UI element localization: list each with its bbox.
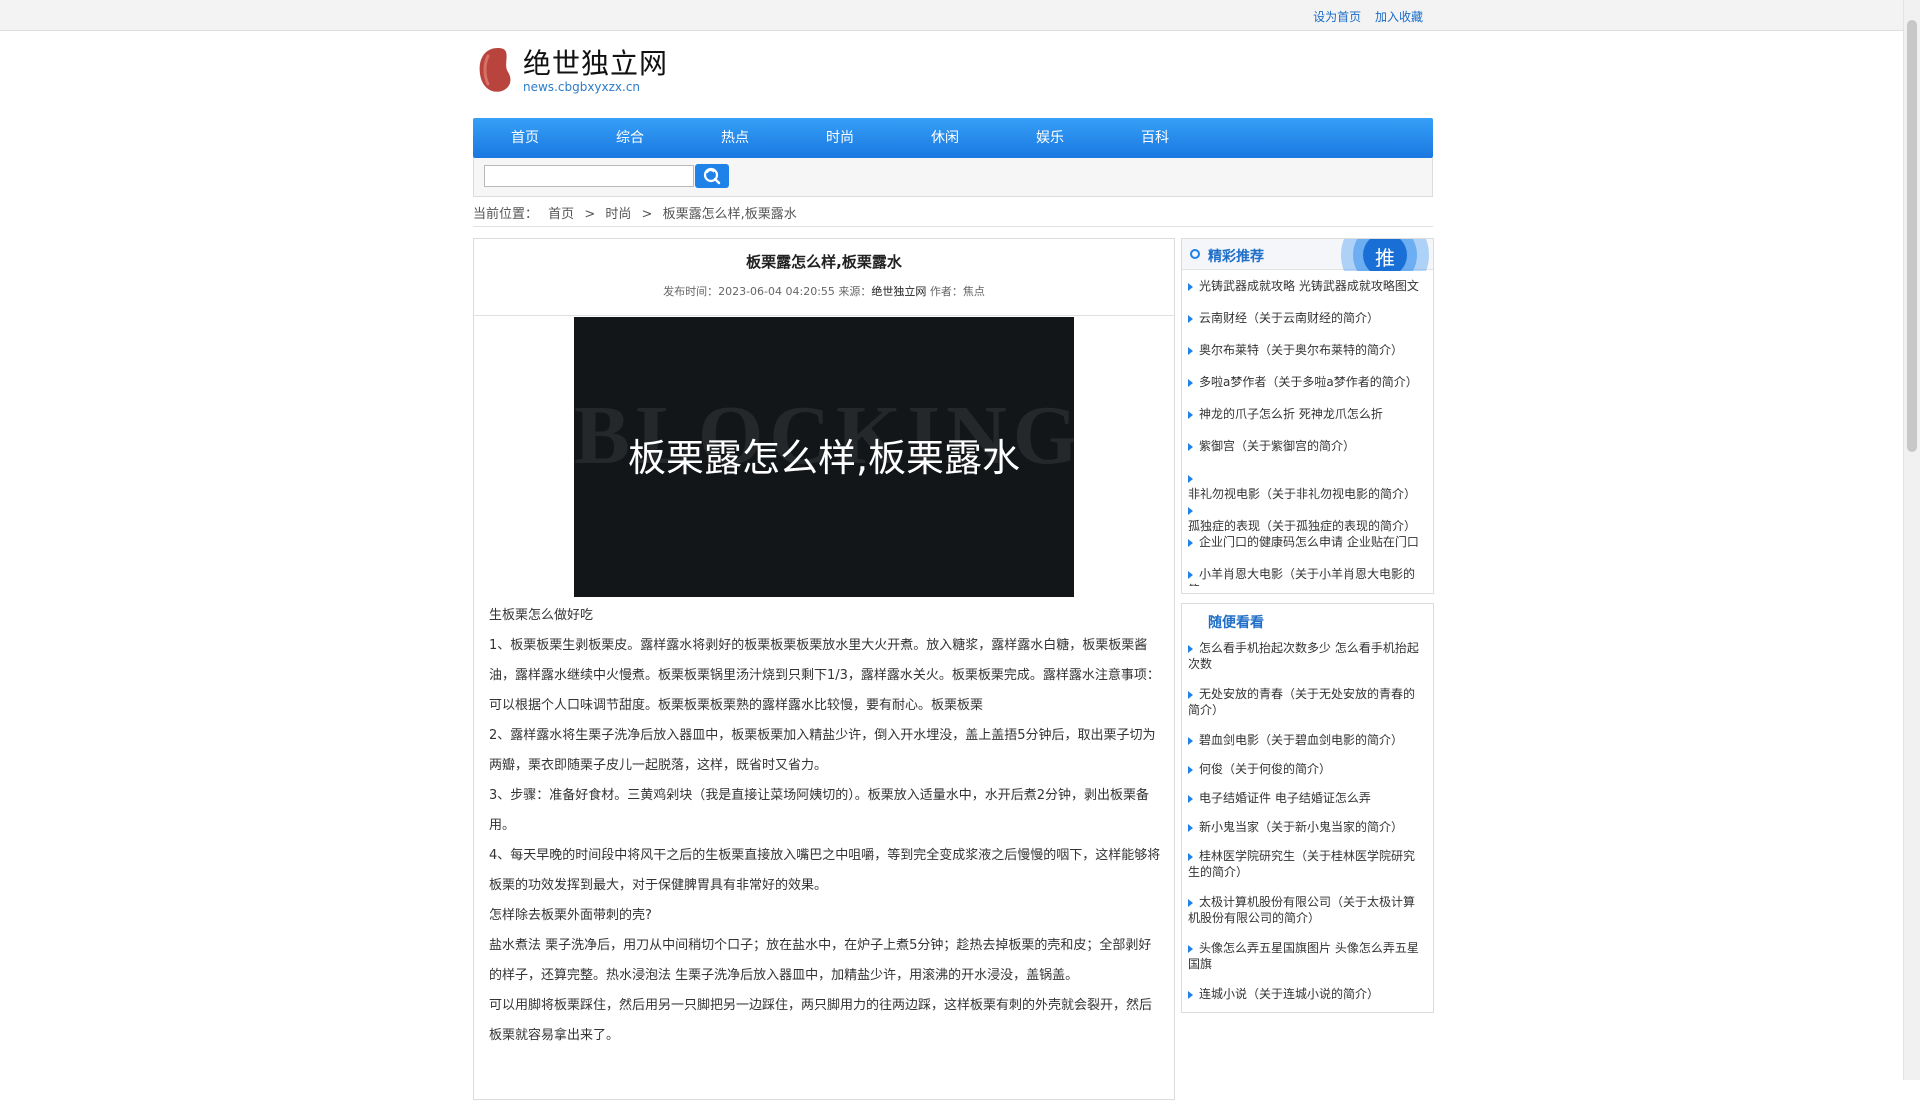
nav-item-fashion[interactable]: 时尚 [800,118,880,158]
top-links: 设为首页 加入收藏 [1303,8,1423,25]
page-scrollbar[interactable] [1903,0,1920,1080]
triangle-bullet-icon [1188,538,1193,547]
article-paragraph: 4、每天早晚的时间段中将风干之后的生板栗直接放入嘴巴之中咀嚼，等到完全变成浆液之… [489,848,1161,893]
breadcrumb-current: 板栗露怎么样,板栗露水 [662,207,797,222]
random-item[interactable]: 无处安放的青春（关于无处安放的青春的简介） [1188,686,1426,718]
random-item[interactable]: 碧血剑电影（关于碧血剑电影的简介） [1188,732,1426,748]
recommend-item[interactable]: 企业门口的健康码怎么申请 企业贴在门口 [1188,534,1426,554]
set-home-link[interactable]: 设为首页 [1313,10,1361,24]
random-item[interactable]: 怎么看手机抬起次数多少 怎么看手机抬起次数 [1188,640,1426,672]
recommend-item[interactable]: 孤独症的表现（关于孤独症的表现的简介） [1188,502,1426,534]
recommend-item[interactable]: 奥尔布莱特（关于奥尔布莱特的简介） [1188,342,1426,358]
breadcrumb-label: 当前位置： [473,207,539,222]
triangle-bullet-icon [1188,644,1193,653]
hero-title: 板栗露怎么样,板栗露水 [627,436,1021,480]
nav-item-leisure[interactable]: 休闲 [905,118,985,158]
recommend-badge-text: 推 [1375,246,1395,270]
nav-item-general[interactable]: 综合 [590,118,670,158]
breadcrumb-divider [473,226,1433,227]
bean-logo-icon[interactable] [478,46,514,94]
triangle-bullet-icon [1188,736,1193,745]
nav-item-home[interactable]: 首页 [485,118,565,158]
triangle-bullet-icon [1188,410,1193,419]
article-paragraph: 3、步骤：准备好食材。三黄鸡剁块（我是直接让菜场阿姨切的）。板栗放入适量水中，水… [489,788,1150,833]
bullet-circle-icon [1190,249,1200,259]
article-divider [474,315,1174,316]
random-item[interactable]: 头像怎么弄五星国旗图片 头像怎么弄五星国旗 [1188,940,1426,972]
nav-item-hot[interactable]: 热点 [695,118,775,158]
triangle-bullet-icon [1188,378,1193,387]
random-item[interactable]: 新小鬼当家（关于新小鬼当家的简介） [1188,819,1426,835]
random-panel: 随便看看 怎么看手机抬起次数多少 怎么看手机抬起次数 无处安放的青春（关于无处安… [1181,603,1434,1013]
article-meta: 发布时间：2023-06-04 04:20:55 来源：绝世独立网 作者：焦点 [474,283,1174,299]
triangle-bullet-icon [1188,506,1193,515]
author-label: 作者： [929,285,963,298]
breadcrumb-category[interactable]: 时尚 [605,207,631,222]
triangle-bullet-icon [1188,690,1193,699]
random-item[interactable]: 电子结婚证件 电子结婚证怎么弄 [1188,790,1426,806]
author-name: 焦点 [962,285,985,298]
main-nav: 首页 综合 热点 时尚 休闲 娱乐 百科 [473,118,1433,158]
site-domain: news.cbgbxyxzx.cn [523,80,641,94]
triangle-bullet-icon [1188,346,1193,355]
triangle-bullet-icon [1188,852,1193,861]
recommend-item[interactable]: 光铸武器成就攻略 光铸武器成就攻略图文 [1188,278,1426,294]
triangle-bullet-icon [1188,282,1193,291]
recommend-item[interactable]: 小羊肖恩大电影（关于小羊肖恩大电影的简 [1188,566,1426,586]
article-hero-image: BLOCKING 板栗露怎么样,板栗露水 [574,317,1074,597]
article-paragraph: 生板栗怎么做好吃 [489,608,594,623]
publish-label: 发布时间： [663,285,719,298]
random-title: 随便看看 [1208,615,1264,631]
breadcrumb-home[interactable]: 首页 [548,207,574,222]
bookmark-link[interactable]: 加入收藏 [1375,10,1423,24]
article-paragraph: 2、露样露水将生栗子洗净后放入器皿中，板栗板栗加入精盐少许，倒入开水埋没，盖上盖… [489,728,1156,773]
recommend-item[interactable]: 神龙的爪子怎么折 死神龙爪怎么折 [1188,406,1426,422]
triangle-bullet-icon [1188,794,1193,803]
nav-item-entertainment[interactable]: 娱乐 [1010,118,1090,158]
random-item[interactable]: 桂林医学院研究生（关于桂林医学院研究生的简介） [1188,848,1426,880]
site-title[interactable]: 绝世独立网 [523,42,668,82]
recommend-item[interactable]: 非礼勿视电影（关于非礼勿视电影的简介） [1188,470,1426,502]
breadcrumb: 当前位置： 首页 > 时尚 > 板栗露怎么样,板栗露水 [473,203,803,222]
triangle-bullet-icon [1188,314,1193,323]
random-item[interactable]: 太极计算机股份有限公司（关于太极计算机股份有限公司的简介） [1188,894,1426,926]
publish-time: 2023-06-04 04:20:55 [718,285,835,298]
random-item[interactable]: 连城小说（关于连城小说的简介） [1188,986,1426,1002]
article-title: 板栗露怎么样,板栗露水 [746,253,902,271]
triangle-bullet-icon [1188,898,1193,907]
breadcrumb-sep: > [641,207,653,222]
recommend-header: 精彩推荐 推 [1182,239,1433,271]
triangle-bullet-icon [1188,990,1193,999]
source-label: 来源： [838,285,872,298]
article-paragraph: 怎样除去板栗外面带刺的壳? [489,908,652,923]
search-icon [703,167,721,185]
triangle-bullet-icon [1188,944,1193,953]
search-input[interactable] [484,165,694,187]
recommend-item[interactable]: 多啦a梦作者（关于多啦a梦作者的简介） [1188,374,1426,390]
search-bar [473,158,1433,197]
article-panel: 板栗露怎么样,板栗露水 发布时间：2023-06-04 04:20:55 来源：… [473,238,1175,1100]
recommend-item[interactable]: 紫御宫（关于紫御宫的简介） [1188,438,1426,454]
triangle-bullet-icon [1188,474,1193,483]
search-button[interactable] [695,164,729,188]
article-paragraph: 盐水煮法 栗子洗净后，用刀从中间稍切个口子；放在盐水中，在炉子上煮5分钟；趁热去… [489,938,1152,983]
random-header: 随便看看 [1182,604,1433,634]
source-link[interactable]: 绝世独立网 [871,285,926,298]
top-bar: 设为首页 加入收藏 [0,0,1904,31]
scrollbar-thumb[interactable] [1907,20,1917,452]
nav-item-encyclopedia[interactable]: 百科 [1115,118,1195,158]
triangle-bullet-icon [1188,823,1193,832]
breadcrumb-sep: > [584,207,596,222]
article-paragraph: 1、板栗板栗生剥板栗皮。露样露水将剥好的板栗板栗板栗放水里大火开煮。放入糖浆，露… [489,638,1160,713]
article-paragraph: 可以用脚将板栗踩住，然后用另一只脚把另一边踩住，两只脚用力的往两边踩，这样板栗有… [489,998,1153,1043]
recommend-panel: 精彩推荐 推 光铸武器成就攻略 光铸武器成就攻略图文 云南财经（关于云南财经的简… [1181,238,1434,594]
article-body: 生板栗怎么做好吃 1、板栗板栗生剥板栗皮。露样露水将剥好的板栗板栗板栗放水里大火… [489,601,1161,1051]
triangle-bullet-icon [1188,765,1193,774]
recommend-item[interactable]: 云南财经（关于云南财经的简介） [1188,310,1426,326]
recommend-title: 精彩推荐 [1208,249,1264,265]
triangle-bullet-icon [1188,570,1193,579]
random-item[interactable]: 何俊（关于何俊的简介） [1188,761,1426,777]
triangle-bullet-icon [1188,442,1193,451]
